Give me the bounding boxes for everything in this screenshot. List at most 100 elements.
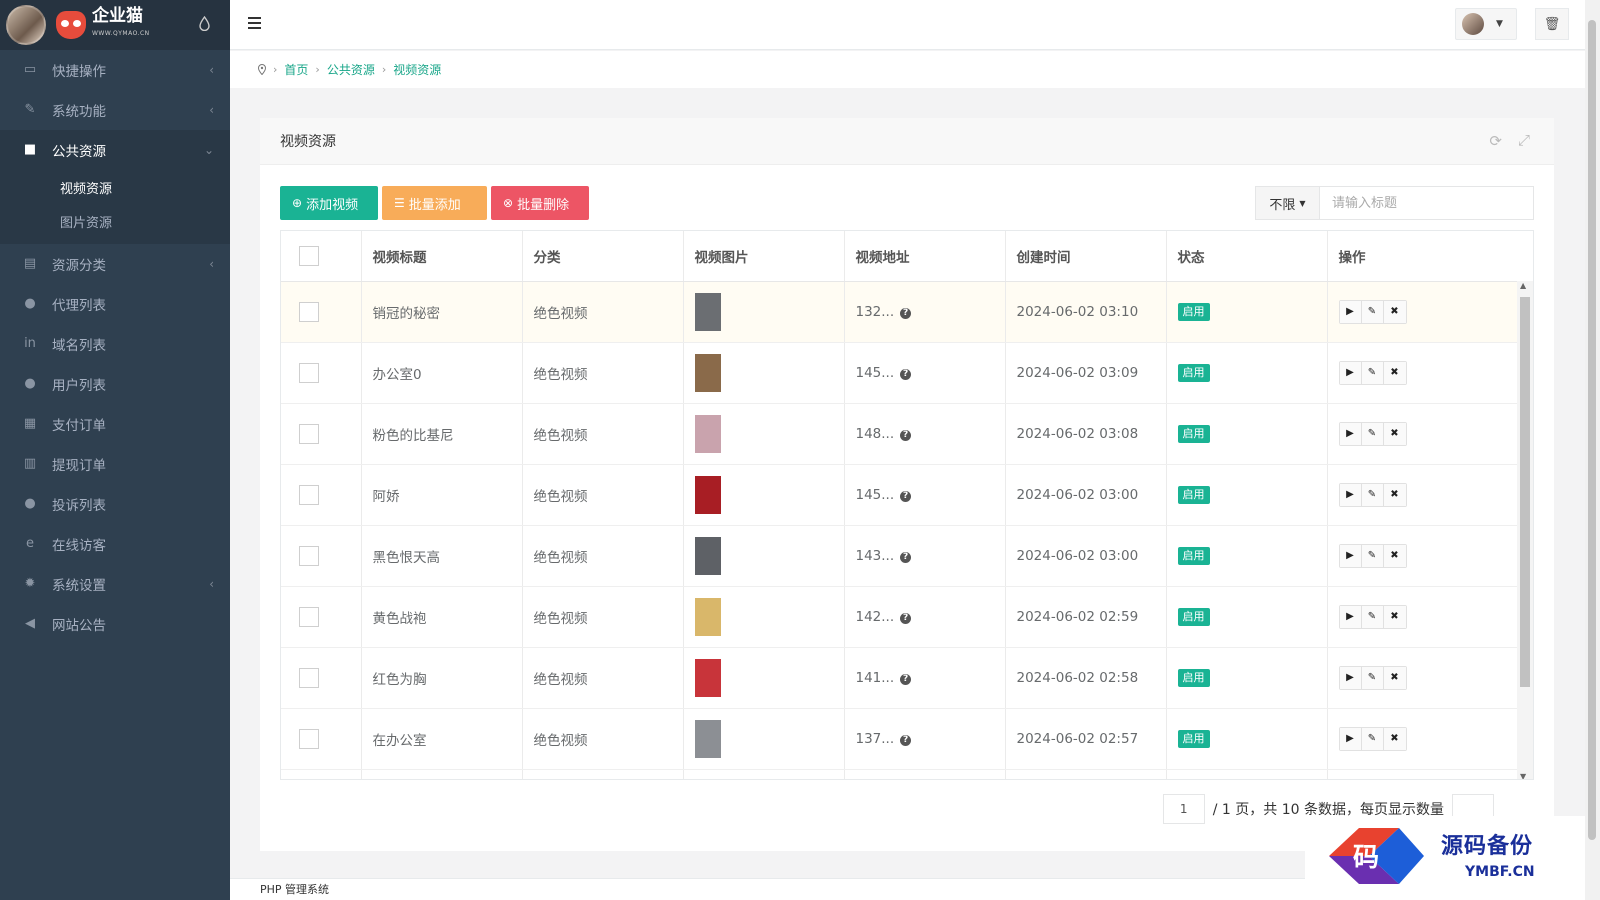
close-icon[interactable]: ✖: [1383, 727, 1406, 750]
video-thumbnail[interactable]: [694, 475, 721, 514]
question-circle-icon[interactable]: ?: [900, 734, 912, 746]
question-circle-icon[interactable]: ?: [900, 490, 912, 502]
refresh-icon[interactable]: ⟳: [1489, 132, 1502, 150]
play-icon[interactable]: ▶: [1339, 483, 1362, 506]
play-icon[interactable]: ▶: [1339, 727, 1362, 750]
sidebar-item-4[interactable]: ● 代理列表: [0, 284, 230, 324]
question-circle-icon[interactable]: ?: [900, 612, 912, 624]
video-thumbnail[interactable]: [694, 658, 721, 697]
expand-icon[interactable]: ⤢: [1518, 131, 1530, 149]
row-checkbox[interactable]: [299, 301, 319, 322]
user-menu-button[interactable]: ▼: [1455, 8, 1517, 40]
pencil-icon[interactable]: ✎: [1361, 361, 1384, 384]
close-icon[interactable]: ✖: [1383, 666, 1406, 689]
status-badge[interactable]: 启用: [1177, 302, 1210, 321]
question-circle-icon[interactable]: ?: [900, 551, 912, 563]
menu-toggle-icon[interactable]: [248, 17, 261, 29]
close-icon[interactable]: ✖: [1383, 605, 1406, 628]
sidebar-item-12[interactable]: ◀ 网站公告: [0, 604, 230, 644]
pencil-icon[interactable]: ✎: [1361, 544, 1384, 567]
sidebar-item-0[interactable]: ▭ 快捷操作 ‹: [0, 50, 230, 90]
theme-drop-icon[interactable]: [199, 16, 210, 31]
page-number-input[interactable]: [1162, 794, 1205, 824]
table-scrollbar[interactable]: ▲ ▼: [1517, 281, 1533, 779]
sidebar-item-6[interactable]: ● 用户列表: [0, 364, 230, 404]
status-badge[interactable]: 启用: [1177, 424, 1210, 443]
header-url[interactable]: 视频地址: [844, 231, 1006, 282]
status-badge[interactable]: 启用: [1177, 546, 1210, 565]
play-icon[interactable]: ▶: [1339, 544, 1362, 567]
row-checkbox[interactable]: [299, 667, 319, 688]
sidebar-item-2[interactable]: ■ 公共资源 ⌄: [0, 130, 230, 170]
breadcrumb-home[interactable]: 首页: [284, 61, 308, 78]
sidebar-item-7[interactable]: ▦ 支付订单: [0, 404, 230, 444]
close-icon[interactable]: ✖: [1383, 422, 1406, 445]
batch-add-button[interactable]: ☰ 批量添加: [382, 186, 487, 220]
status-badge[interactable]: 启用: [1177, 729, 1210, 748]
play-icon[interactable]: ▶: [1339, 605, 1362, 628]
admin-avatar[interactable]: [6, 5, 46, 45]
sidebar-item-3[interactable]: ▤ 资源分类 ‹: [0, 244, 230, 284]
pencil-icon[interactable]: ✎: [1361, 300, 1384, 323]
sidebar-item-9[interactable]: ● 投诉列表: [0, 484, 230, 524]
add-video-button[interactable]: ⊕ 添加视频: [280, 186, 378, 220]
select-all-checkbox[interactable]: [299, 245, 319, 266]
header-title[interactable]: 视频标题: [361, 231, 523, 282]
video-thumbnail[interactable]: [694, 597, 721, 636]
close-icon[interactable]: ✖: [1383, 483, 1406, 506]
video-thumbnail[interactable]: [694, 719, 721, 758]
pencil-icon[interactable]: ✎: [1361, 483, 1384, 506]
scroll-thumb[interactable]: [1520, 297, 1530, 687]
row-checkbox[interactable]: [299, 484, 319, 505]
video-thumbnail[interactable]: [694, 292, 721, 331]
play-icon[interactable]: ▶: [1339, 361, 1362, 384]
play-icon[interactable]: ▶: [1339, 300, 1362, 323]
header-category[interactable]: 分类: [522, 231, 684, 282]
sidebar-item-1[interactable]: ✎ 系统功能 ‹: [0, 90, 230, 130]
video-thumbnail[interactable]: [694, 414, 721, 453]
sidebar-subitem-0[interactable]: 视频资源: [0, 170, 230, 204]
sidebar-subitem-1[interactable]: 图片资源: [0, 204, 230, 238]
status-badge[interactable]: 启用: [1177, 668, 1210, 687]
close-icon[interactable]: ✖: [1383, 300, 1406, 323]
sidebar-item-8[interactable]: ▥ 提现订单: [0, 444, 230, 484]
play-icon[interactable]: ▶: [1339, 422, 1362, 445]
header-actions[interactable]: 操作: [1327, 231, 1519, 282]
question-circle-icon[interactable]: ?: [900, 429, 912, 441]
video-thumbnail[interactable]: [694, 536, 721, 575]
status-badge[interactable]: 启用: [1177, 607, 1210, 626]
close-icon[interactable]: ✖: [1383, 361, 1406, 384]
question-circle-icon[interactable]: ?: [900, 307, 912, 319]
status-badge[interactable]: 启用: [1177, 363, 1210, 382]
row-checkbox[interactable]: [299, 423, 319, 444]
pencil-icon[interactable]: ✎: [1361, 422, 1384, 445]
scroll-up-icon[interactable]: ▲: [1520, 281, 1526, 290]
question-circle-icon[interactable]: ?: [900, 368, 912, 380]
video-thumbnail[interactable]: [694, 353, 721, 392]
play-icon[interactable]: ▶: [1339, 666, 1362, 689]
sidebar-item-5[interactable]: in 域名列表: [0, 324, 230, 364]
scroll-down-icon[interactable]: ▼: [1520, 772, 1526, 779]
question-circle-icon[interactable]: ?: [900, 673, 912, 685]
pencil-icon[interactable]: ✎: [1361, 605, 1384, 628]
page-scroll-thumb[interactable]: [1588, 20, 1596, 840]
row-checkbox[interactable]: [299, 545, 319, 566]
page-scrollbar[interactable]: [1585, 0, 1600, 900]
title-search-input[interactable]: [1320, 186, 1534, 220]
breadcrumb-video-resources[interactable]: 视频资源: [393, 61, 441, 78]
header-created[interactable]: 创建时间: [1005, 231, 1167, 282]
close-icon[interactable]: ✖: [1383, 544, 1406, 567]
row-checkbox[interactable]: [299, 606, 319, 627]
status-badge[interactable]: 启用: [1177, 485, 1210, 504]
pencil-icon[interactable]: ✎: [1361, 666, 1384, 689]
row-checkbox[interactable]: [299, 728, 319, 749]
sidebar-item-10[interactable]: e 在线访客: [0, 524, 230, 564]
header-thumbnail[interactable]: 视频图片: [683, 231, 845, 282]
batch-delete-button[interactable]: ⊗ 批量删除: [491, 186, 589, 220]
clear-cache-button[interactable]: 🗑: [1535, 8, 1569, 40]
breadcrumb-public-resources[interactable]: 公共资源: [327, 61, 375, 78]
sidebar-item-11[interactable]: ✹ 系统设置 ‹: [0, 564, 230, 604]
status-filter-select[interactable]: 不限 ▼: [1255, 186, 1320, 220]
pencil-icon[interactable]: ✎: [1361, 727, 1384, 750]
row-checkbox[interactable]: [299, 362, 319, 383]
